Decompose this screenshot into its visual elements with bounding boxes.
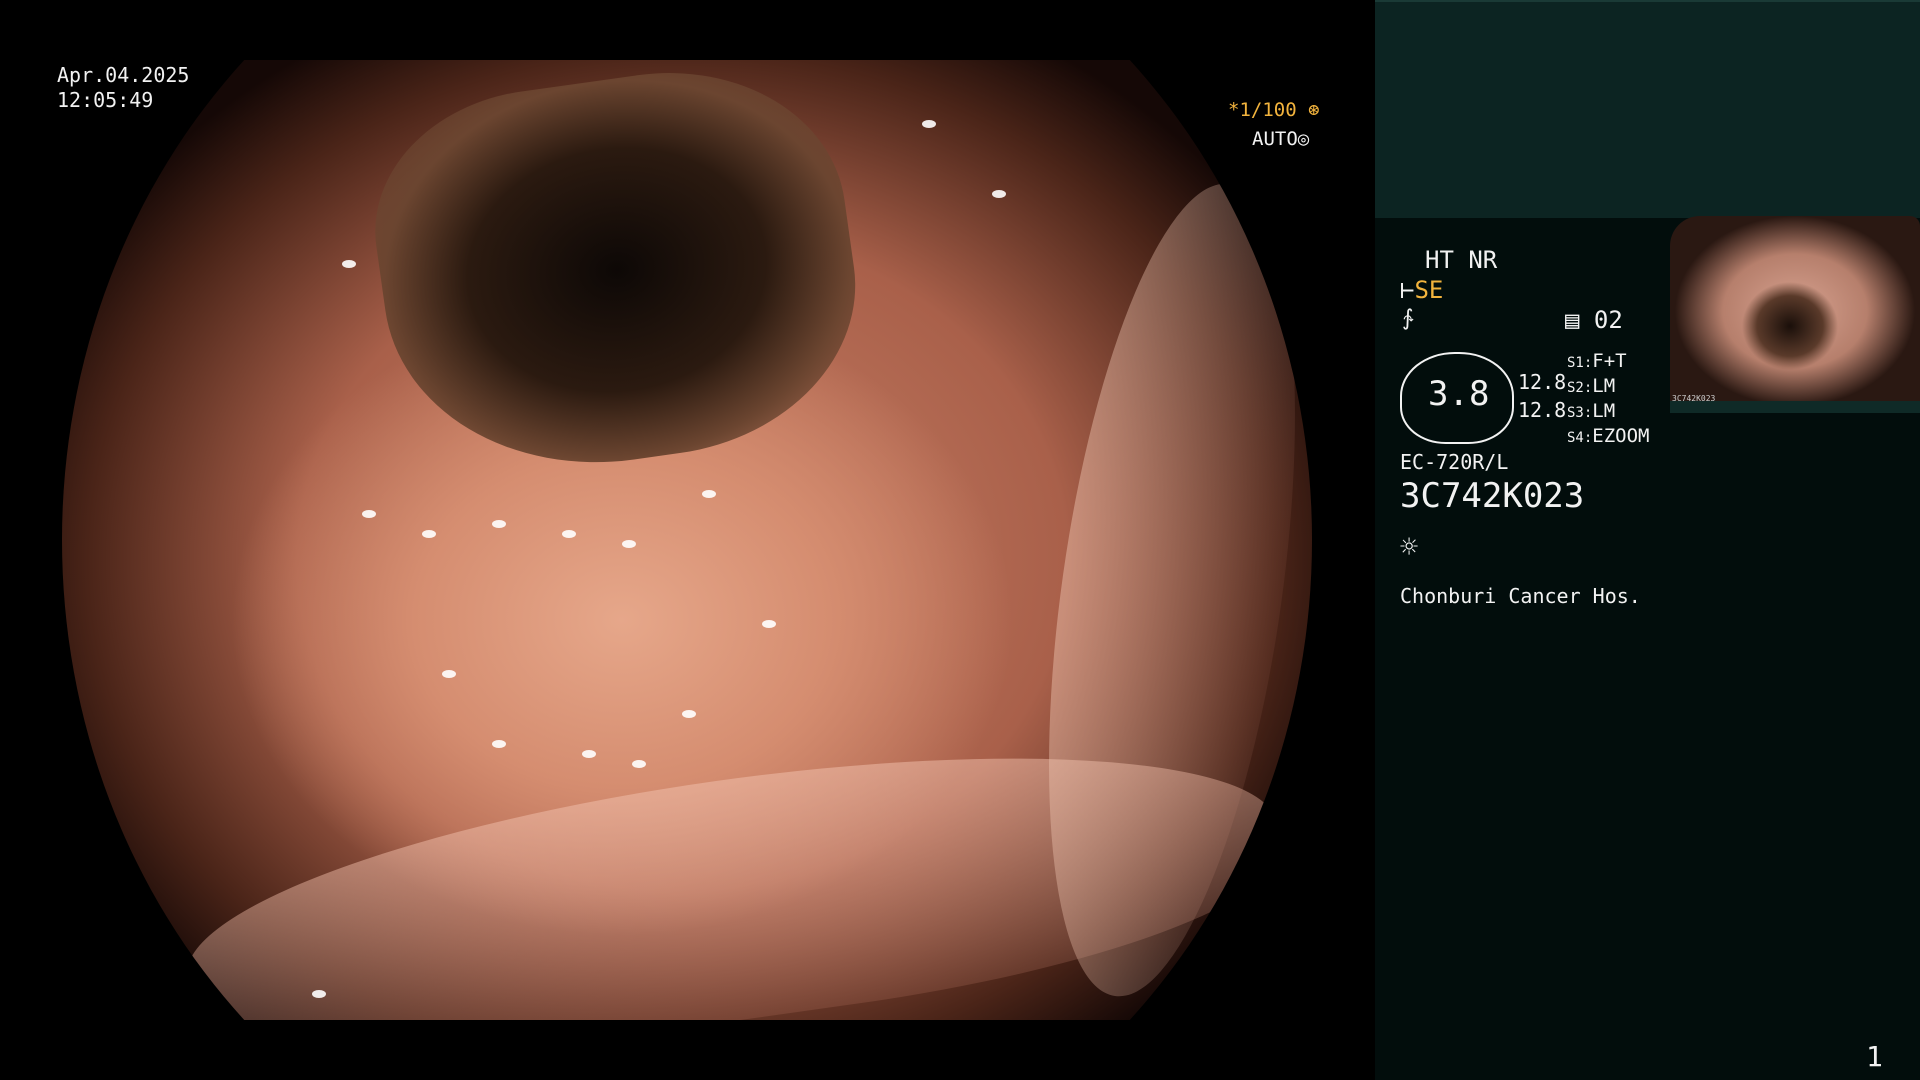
page-number: 1 [1866, 1040, 1883, 1073]
setting-s3: S3:LM [1567, 400, 1615, 422]
s3-key: S3: [1567, 405, 1593, 421]
s3-value: LM [1592, 400, 1616, 422]
shutter-speed: *1/100 ⊛ [1228, 99, 1320, 121]
specular-highlight [362, 510, 376, 518]
memory-slot-text: 02 [1593, 306, 1623, 334]
specular-highlight [762, 620, 776, 628]
scope-model: EC-720R/L [1400, 450, 1509, 474]
thumbnail-image[interactable] [1670, 216, 1920, 401]
specular-highlight [992, 190, 1006, 198]
specular-highlight [442, 670, 456, 678]
setting-s4: S4:EZOOM [1567, 425, 1650, 447]
specular-highlight [622, 540, 636, 548]
specular-highlight [702, 490, 716, 498]
s2-value: LM [1592, 375, 1616, 397]
memory-slot: ▤ 02 [1565, 306, 1623, 334]
hospital-name: Chonburi Cancer Hos. [1400, 584, 1641, 608]
date-text: Apr.04.2025 [57, 63, 190, 87]
setting-s2: S2:LM [1567, 375, 1615, 397]
thumbnail-caption: 3C742K023 [1672, 394, 1716, 403]
panel-header [1375, 0, 1920, 218]
mode-text: HT NR [1425, 246, 1498, 274]
auto-text: AUTO [1252, 128, 1298, 150]
s1-key: S1: [1567, 355, 1593, 371]
specular-highlight [312, 990, 326, 998]
memory-icon: ▤ [1565, 306, 1594, 334]
shutter-text: *1/100 [1228, 99, 1297, 121]
setting-s1: S1:F+T [1567, 350, 1627, 372]
gauge-reading-b: 12.8 [1518, 398, 1567, 422]
specular-highlight [492, 520, 506, 528]
sharpen-icon: ⊢ [1400, 276, 1415, 304]
auto-iris: AUTO◎ [1252, 128, 1309, 150]
s4-value: EZOOM [1592, 425, 1650, 447]
time-text: 12:05:49 [57, 88, 154, 112]
aperture-icon: ⊛ [1296, 99, 1320, 121]
s1-value: F+T [1592, 350, 1627, 372]
filter-icon: ∱ [1402, 306, 1414, 331]
iris-icon: ◎ [1297, 128, 1310, 150]
specular-highlight [682, 710, 696, 718]
lumen [357, 60, 877, 491]
scope-serial: 3C742K023 [1400, 476, 1585, 516]
sun-icon: ☼ [1400, 530, 1419, 565]
specular-highlight [342, 260, 356, 268]
date-time: Apr.04.2025 12:05:49 [57, 63, 189, 113]
gauge-reading-a: 12.8 [1518, 370, 1567, 394]
enhance-row: ⊢SE [1400, 276, 1443, 304]
specular-highlight [922, 120, 936, 128]
specular-highlight [492, 740, 506, 748]
specular-highlight [422, 530, 436, 538]
s2-key: S2: [1567, 380, 1593, 396]
specular-highlight [562, 530, 576, 538]
specular-highlight [582, 750, 596, 758]
enhance-text: SE [1414, 276, 1444, 304]
endoscope-image [62, 60, 1312, 1020]
gauge-value: 3.8 [1428, 374, 1490, 414]
specular-highlight [632, 760, 646, 768]
s4-key: S4: [1567, 430, 1593, 446]
